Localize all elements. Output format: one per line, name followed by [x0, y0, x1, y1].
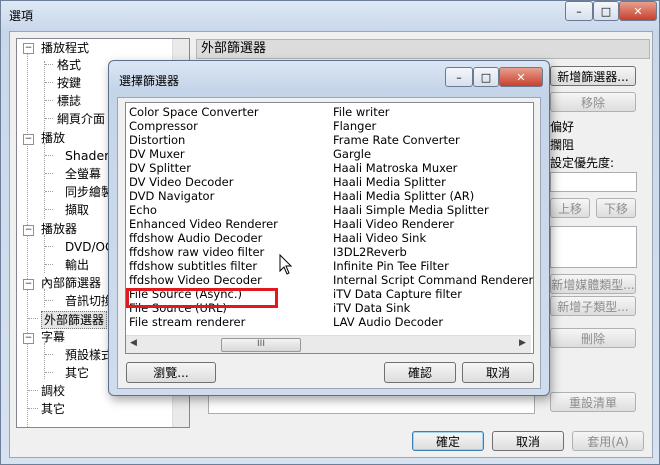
filter-list-item[interactable]: Enhanced Video Renderer — [129, 217, 278, 231]
panel-header: 外部篩選器 — [196, 39, 650, 59]
tree-item-capture[interactable]: 擷取 — [65, 202, 89, 218]
filter-list-item[interactable]: iTV Data Capture filter — [333, 287, 462, 301]
tree-item-audio-switcher[interactable]: 音訊切換 — [65, 293, 113, 309]
dialog-ok-button[interactable]: 確認 — [384, 362, 456, 383]
expand-icon[interactable]: − — [23, 279, 34, 290]
close-button[interactable]: ✕ — [619, 1, 657, 21]
filter-list-item[interactable]: DV Video Decoder — [129, 175, 233, 189]
filter-list-item[interactable]: Haali Video Renderer — [333, 217, 454, 231]
move-up-button[interactable]: 上移 — [550, 198, 590, 218]
filter-list-item[interactable]: Gargle — [333, 147, 371, 161]
tree-item-internal-filters[interactable]: 內部篩選器 — [41, 275, 101, 291]
filter-list-item[interactable]: iTV Data Sink — [333, 301, 410, 315]
filter-list-item[interactable]: File writer — [333, 105, 390, 119]
delete-button[interactable]: 刪除 — [550, 328, 636, 348]
move-down-button[interactable]: 下移 — [596, 198, 636, 218]
tree-item-subtitle-misc[interactable]: 其它 — [65, 365, 89, 381]
filter-list-item[interactable]: ffdshow Audio Decoder — [129, 231, 262, 245]
dialog-client-area: Color Space Converter Compressor Distortio… — [117, 97, 541, 389]
dialog-title: 選擇篩選器 — [119, 74, 180, 88]
filter-list-item[interactable]: Color Space Converter — [129, 105, 259, 119]
reset-list-button[interactable]: 重設清單 — [550, 392, 636, 412]
prefer-label[interactable]: 偏好 — [550, 118, 574, 135]
ok-button[interactable]: 確定 — [412, 431, 484, 451]
dialog-close-button[interactable]: ✕ — [499, 67, 543, 87]
filter-list-item[interactable]: DVD Navigator — [129, 189, 214, 203]
filter-list-item[interactable]: Frame Rate Converter — [333, 133, 460, 147]
filter-list-item[interactable]: DV Muxer — [129, 147, 185, 161]
add-subtype-button[interactable]: 新增子類型... — [550, 296, 636, 316]
highlight-box — [126, 288, 278, 308]
filter-list-item[interactable]: ffdshow raw video filter — [129, 245, 264, 259]
dialog-minimize-button[interactable]: – — [445, 67, 473, 87]
tree-item-player[interactable]: 播放程式 — [41, 40, 89, 56]
minimize-button[interactable]: – — [565, 1, 593, 21]
filter-list-item[interactable]: Echo — [129, 203, 157, 217]
tree-item-web-interface[interactable]: 網頁介面 — [57, 111, 105, 127]
tree-item-output[interactable]: 輸出 — [65, 257, 89, 273]
filter-list-item[interactable]: LAV Audio Decoder — [333, 315, 443, 329]
tree-item-playback[interactable]: 播放 — [41, 130, 65, 146]
tree-item-sync-render[interactable]: 同步繪製 — [65, 184, 113, 200]
tree-item-formats[interactable]: 格式 — [57, 57, 81, 73]
scroll-thumb[interactable]: III — [221, 338, 301, 352]
filter-list-item[interactable]: Flanger — [333, 119, 376, 133]
filter-listbox[interactable]: Color Space Converter Compressor Distortio… — [125, 102, 534, 354]
select-filter-dialog: 選擇篩選器 – □ ✕ Color Space Converter Compres… — [108, 60, 550, 396]
cancel-button[interactable]: 取消 — [492, 431, 564, 451]
expand-icon[interactable]: − — [23, 134, 34, 145]
add-media-type-button[interactable]: 新增媒體類型... — [550, 274, 636, 294]
tree-item-logo[interactable]: 標誌 — [57, 93, 81, 109]
dialog-cancel-button[interactable]: 取消 — [462, 362, 534, 383]
dialog-maximize-button[interactable]: □ — [473, 67, 499, 87]
tree-item-misc[interactable]: 其它 — [41, 401, 65, 417]
filter-list-item[interactable]: ffdshow Video Decoder — [129, 273, 262, 287]
filter-list-item[interactable]: DV Splitter — [129, 161, 191, 175]
filter-list-item[interactable]: Internal Script Command Renderer — [333, 273, 533, 287]
filter-list-item[interactable]: ffdshow subtitles filter — [129, 259, 257, 273]
media-type-list[interactable] — [550, 226, 637, 268]
tree-item-dvd-ogm[interactable]: DVD/OG — [65, 239, 114, 255]
browse-button[interactable]: 瀏覽... — [126, 362, 216, 383]
scroll-right-icon[interactable]: ▶ — [519, 338, 526, 348]
maximize-button[interactable]: □ — [593, 1, 619, 21]
filter-list-item[interactable]: Haali Media Splitter (AR) — [333, 189, 474, 203]
tree-item-tweaks[interactable]: 調校 — [41, 383, 65, 399]
expand-icon[interactable]: − — [23, 225, 34, 236]
tree-item-playback-device[interactable]: 播放器 — [41, 221, 77, 237]
filter-list-item[interactable]: File stream renderer — [129, 315, 245, 329]
filter-list-item[interactable]: Haali Simple Media Splitter — [333, 203, 489, 217]
filter-column-2: File writer Flanger Frame Rate Converter Ga… — [333, 105, 533, 333]
window-title: 選項 — [9, 9, 34, 23]
filter-list-item[interactable]: Haali Media Splitter — [333, 175, 446, 189]
filter-list-item[interactable]: Distortion — [129, 133, 185, 147]
remove-button[interactable]: 移除 — [550, 92, 636, 112]
tree-item-keys[interactable]: 按鍵 — [57, 75, 81, 91]
filter-list-item[interactable]: I3DL2Reverb — [333, 245, 407, 259]
tree-item-fullscreen[interactable]: 全螢幕 — [65, 166, 101, 182]
filter-list-item[interactable]: Haali Video Sink — [333, 231, 426, 245]
mouse-cursor-icon — [279, 254, 293, 275]
apply-button[interactable]: 套用(A) — [572, 431, 644, 451]
tree-item-default-style[interactable]: 預設樣式 — [65, 347, 113, 363]
scroll-left-icon[interactable]: ◀ — [130, 338, 137, 348]
horizontal-scrollbar[interactable]: ◀ III ▶ — [126, 335, 531, 353]
set-priority-label[interactable]: 設定優先度: — [550, 154, 614, 171]
add-filter-button[interactable]: 新增篩選器... — [550, 66, 636, 86]
filter-list-item[interactable]: Haali Matroska Muxer — [333, 161, 457, 175]
filter-list-item[interactable]: Compressor — [129, 119, 198, 133]
tree-item-external-filters[interactable]: 外部篩選器 — [41, 311, 108, 329]
filter-list-item[interactable]: Infinite Pin Tee Filter — [333, 259, 449, 273]
tree-item-subtitles[interactable]: 字幕 — [41, 329, 65, 345]
block-label[interactable]: 攔阻 — [550, 136, 574, 153]
expand-icon[interactable]: − — [23, 43, 34, 54]
priority-input[interactable] — [550, 172, 637, 192]
expand-icon[interactable]: − — [23, 333, 34, 344]
